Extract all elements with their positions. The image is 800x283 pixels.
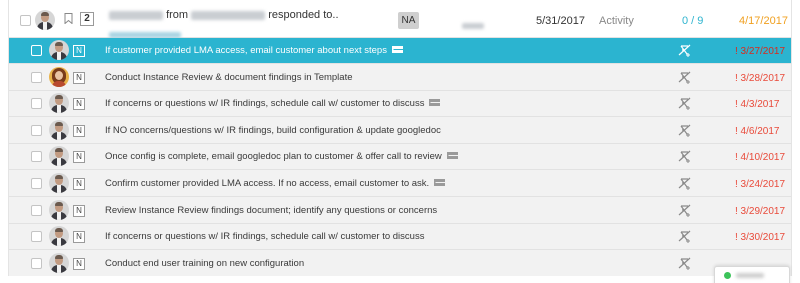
task-due-date: ! 3/29/2017 [735, 205, 786, 217]
count-badge: 2 [80, 12, 94, 26]
chat-label [736, 270, 764, 280]
task-due-date: ! 3/27/2017 [735, 46, 786, 57]
task-title-text: Review Instance Review findings document… [105, 204, 438, 216]
task-badge: N [73, 71, 85, 84]
task-row[interactable]: N If concerns or questions w/ IR findings… [9, 224, 791, 251]
activity-header-row[interactable]: 2 from responded to.. NA 5/31/2017 Activ… [9, 0, 791, 38]
task-checkbox[interactable] [31, 124, 42, 136]
task-due-date: ! 4/6/2017 [735, 125, 780, 137]
task-checkbox[interactable] [31, 204, 42, 216]
envelope-icon [446, 152, 459, 160]
avatar [49, 146, 69, 167]
actor-action: responded to.. [268, 9, 339, 21]
task-badge: N [73, 124, 85, 137]
task-title-text: If concerns or questions w/ IR findings,… [105, 98, 425, 110]
no-task-icon[interactable] [678, 124, 691, 137]
avatar [49, 119, 69, 140]
envelope-icon [429, 99, 442, 107]
task-checkbox[interactable] [31, 257, 42, 269]
bookmark-icon[interactable] [64, 13, 73, 24]
avatar [49, 93, 69, 114]
task-title-text: If NO concerns/questions w/ IR findings,… [105, 124, 441, 136]
task-badge: N [73, 204, 85, 217]
task-badge: N [73, 151, 85, 164]
task-title-text: Conduct Instance Review & document findi… [105, 71, 353, 83]
activity-type: Activity [599, 15, 634, 27]
activity-date: 5/31/2017 [536, 15, 585, 27]
no-task-icon[interactable] [678, 71, 691, 84]
task-row[interactable]: N If customer provided LMA access, email … [9, 38, 791, 64]
envelope-icon [391, 46, 404, 53]
task-title-text: Conduct end user training on new configu… [105, 257, 305, 269]
task-title[interactable]: Conduct end user training on new configu… [105, 258, 304, 269]
task-checkbox[interactable] [31, 231, 42, 243]
task-title-text: Confirm customer provided LMA access. If… [105, 178, 430, 189]
actor-line[interactable]: from responded to.. [109, 9, 339, 21]
avatar [49, 252, 69, 273]
task-title[interactable]: If NO concerns/questions w/ IR findings,… [105, 125, 441, 136]
task-title-text: Once config is complete, email googledoc… [105, 151, 442, 163]
task-title-text: If customer provided LMA access, email c… [105, 45, 387, 56]
avatar [49, 66, 69, 87]
task-title[interactable]: If customer provided LMA access, email c… [105, 45, 404, 56]
no-task-icon[interactable] [678, 97, 691, 111]
task-checkbox[interactable] [31, 98, 42, 110]
amount [462, 17, 484, 35]
task-due-date: ! 3/30/2017 [735, 232, 786, 244]
task-badge: N [73, 257, 85, 270]
progress-count[interactable]: 0 / 9 [682, 15, 703, 27]
no-task-icon[interactable] [678, 230, 691, 244]
task-checkbox[interactable] [31, 45, 42, 56]
task-badge: N [73, 45, 85, 57]
task-due-date: ! 4/10/2017 [735, 152, 786, 164]
activity-list: 2 from responded to.. NA 5/31/2017 Activ… [8, 0, 792, 276]
online-status-icon [724, 272, 731, 279]
task-title[interactable]: If concerns or questions w/ IR findings,… [105, 98, 442, 110]
task-title[interactable]: Conduct Instance Review & document findi… [105, 72, 353, 83]
no-task-icon[interactable] [678, 177, 691, 190]
status-badge: NA [398, 12, 419, 29]
task-checkbox[interactable] [31, 71, 42, 83]
avatar [35, 10, 55, 30]
task-title-text: If concerns or questions w/ IR findings,… [105, 231, 425, 243]
avatar [49, 40, 69, 60]
task-title[interactable]: Once config is complete, email googledoc… [105, 151, 459, 163]
task-due-date: ! 3/24/2017 [735, 179, 786, 190]
task-checkbox[interactable] [31, 151, 42, 163]
task-row[interactable]: N Conduct Instance Review & document find… [9, 64, 791, 91]
task-row[interactable]: N Review Instance Review findings documen… [9, 197, 791, 224]
task-due-date: ! 3/28/2017 [735, 72, 786, 84]
task-row[interactable]: N If NO concerns/questions w/ IR findings… [9, 117, 791, 144]
envelope-icon [434, 179, 447, 186]
no-task-icon[interactable] [678, 257, 691, 270]
chat-widget[interactable] [714, 266, 790, 283]
task-row[interactable]: N Once config is complete, email googledo… [9, 144, 791, 171]
no-task-icon[interactable] [678, 44, 691, 57]
header-checkbox[interactable] [20, 15, 31, 26]
avatar [49, 226, 69, 247]
task-checkbox[interactable] [31, 178, 42, 189]
task-row[interactable]: N If concerns or questions w/ IR findings… [9, 91, 791, 118]
task-row[interactable]: N Conduct end user training on new config… [9, 250, 791, 276]
task-title[interactable]: Confirm customer provided LMA access. If… [105, 178, 447, 189]
task-badge: N [73, 178, 85, 190]
avatar [49, 173, 69, 193]
task-badge: N [73, 231, 85, 244]
no-task-icon[interactable] [678, 204, 691, 217]
actor-from: from [166, 9, 189, 21]
task-row[interactable]: N Confirm customer provided LMA access. I… [9, 171, 791, 197]
task-badge: N [73, 98, 85, 111]
avatar [49, 199, 69, 220]
task-due-date: ! 4/3/2017 [735, 99, 780, 111]
no-task-icon[interactable] [678, 150, 691, 164]
task-title[interactable]: If concerns or questions w/ IR findings,… [105, 231, 424, 242]
task-title[interactable]: Review Instance Review findings document… [105, 205, 437, 216]
due-date: 4/17/2017 [739, 15, 788, 27]
